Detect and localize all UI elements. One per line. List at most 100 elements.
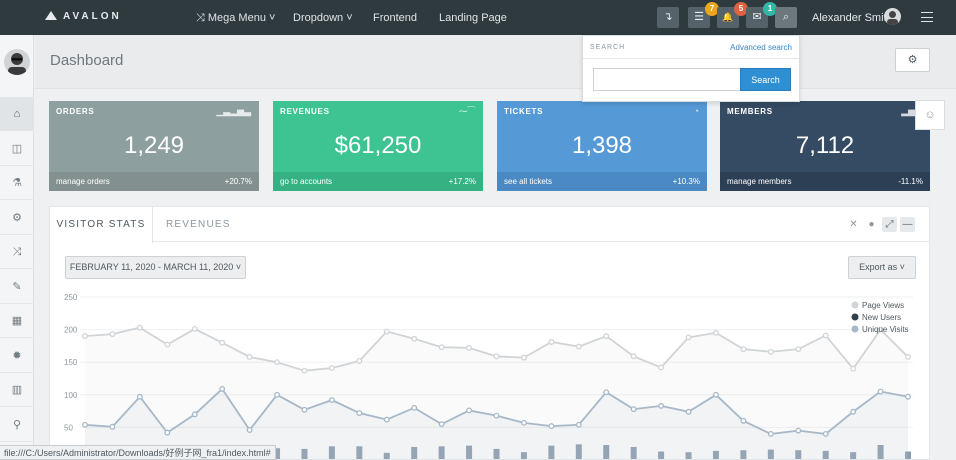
card-link[interactable]: manage orders	[56, 177, 110, 186]
nav-frontend[interactable]: Frontend	[373, 12, 417, 24]
nav-mega-menu[interactable]: ⤨ Mega Menu ˅	[196, 12, 275, 25]
stat-card-orders: ORDERS ▁▃▂▅▃ 1,249 manage orders +20.7%	[49, 101, 259, 191]
pencil-icon: ✎	[12, 280, 22, 293]
fork-icon: ↴	[663, 11, 673, 23]
point-new-users	[274, 391, 280, 398]
bell-icon: 🔔	[722, 12, 734, 22]
point-page-views	[520, 354, 527, 361]
card-value: 1,249	[123, 132, 185, 159]
point-new-users	[466, 407, 473, 414]
fork-button[interactable]: ↴	[657, 7, 679, 28]
table-icon: ▦	[11, 315, 23, 327]
notifications-button[interactable]: 🔔 5	[717, 2, 748, 28]
point-page-views	[822, 332, 829, 339]
point-page-views	[164, 341, 171, 348]
advanced-search-link[interactable]: Advanced search	[730, 43, 792, 52]
card-link[interactable]: see all tickets	[504, 177, 552, 186]
sidebar-item-table[interactable]: ▦	[0, 304, 34, 338]
point-page-views	[767, 348, 774, 355]
card-change: +20.7%	[224, 177, 252, 186]
sidebar: ⌂ ◫ ⚗ ⚙ ⤨ ✎ ▦ ✹ ▥ ⚲	[0, 35, 34, 460]
stat-card-members: MEMBERS ▂▅▇ 7,112 manage members -11.1%	[720, 101, 930, 191]
card-value: 7,112	[795, 132, 855, 159]
point-new-users	[905, 393, 911, 400]
brand-name: AVALON	[63, 11, 122, 22]
card-change: +10.3%	[672, 177, 700, 186]
user-avatar[interactable]	[884, 8, 901, 25]
nav-landing-page[interactable]: Landing Page	[439, 12, 507, 24]
point-page-views	[658, 364, 665, 371]
point-new-users	[877, 388, 884, 395]
sidebar-item-chart[interactable]: ▥	[0, 373, 34, 407]
point-page-views	[383, 328, 390, 335]
tab-revenues[interactable]: REVENUES	[166, 207, 231, 242]
pie-chart-icon: ◔	[693, 106, 699, 116]
trend-line-icon: ⁓⁀	[458, 106, 475, 116]
stat-card-tickets: TICKETS ◔ 1,398 see all tickets +10.3%	[497, 101, 707, 191]
card-value: $61,250	[334, 132, 422, 159]
point-page-views	[905, 354, 911, 360]
search-input[interactable]	[593, 68, 741, 91]
visitor-stats-panel: VISITOR STATS REVENUES ✕ ● ⤢ — FEBRUARY …	[49, 206, 930, 460]
point-new-users	[356, 410, 363, 417]
sidebar-item-cogs[interactable]: ⚙	[0, 201, 34, 235]
export-dropdown[interactable]: Export as ˅	[848, 256, 916, 279]
tab-visitor-stats[interactable]: VISITOR STATS	[50, 207, 153, 243]
card-link[interactable]: manage members	[727, 177, 791, 186]
legend-swatch	[851, 325, 859, 333]
color-drop-icon[interactable]: ●	[864, 217, 879, 232]
brand-logo[interactable]: AVALON	[45, 11, 122, 22]
point-page-views	[548, 339, 555, 345]
hamburger-menu-icon[interactable]	[921, 12, 933, 22]
point-page-views	[219, 339, 226, 346]
sidebar-item-home[interactable]: ⌂	[0, 97, 34, 131]
card-title: REVENUES	[273, 101, 483, 122]
point-new-users	[658, 402, 665, 409]
point-new-users	[136, 393, 143, 400]
shuffle-icon: ⤨	[12, 246, 22, 258]
sidebar-item-map-marker[interactable]: ⚲	[0, 408, 34, 442]
messages-button[interactable]: ✉ 1	[746, 2, 777, 28]
card-link[interactable]: go to accounts	[280, 177, 332, 186]
point-new-users	[548, 423, 555, 430]
search-toggle-button[interactable]: ⌕	[775, 7, 797, 28]
point-page-views	[136, 324, 143, 331]
close-icon[interactable]: ✕	[846, 217, 861, 232]
date-range-picker[interactable]: FEBRUARY 11, 2020 - MARCH 11, 2020 ˅	[65, 256, 246, 279]
sidebar-item-shuffle[interactable]: ⤨	[0, 235, 34, 269]
feedback-smiley-icon[interactable]: ☺	[915, 100, 945, 130]
gear-icon: ⚙	[907, 54, 918, 66]
page-settings-button[interactable]: ⚙	[895, 48, 930, 72]
point-page-views	[274, 359, 280, 366]
point-page-views	[82, 333, 88, 340]
browser-status-url: file:///C:/Users/Administrator/Downloads…	[0, 445, 276, 460]
point-page-views	[191, 325, 198, 332]
y-tick-label: 150	[64, 358, 78, 367]
sidebar-item-pencil[interactable]: ✎	[0, 270, 34, 304]
nav-dropdown[interactable]: Dropdown ˅	[293, 12, 353, 24]
point-new-users	[438, 421, 445, 428]
point-page-views	[438, 344, 445, 351]
page-header: Dashboard ⚙	[35, 35, 956, 89]
legend-label: New Users	[862, 313, 901, 322]
sidebar-item-layout[interactable]: ◫	[0, 132, 34, 166]
search-button[interactable]: Search	[740, 68, 791, 91]
triangle-logo-icon	[45, 11, 57, 20]
sidebar-item-settings[interactable]: ✹	[0, 339, 34, 373]
sidebar-avatar[interactable]	[4, 49, 30, 75]
minimize-icon[interactable]: —	[900, 217, 915, 232]
point-new-users	[493, 412, 500, 419]
point-new-users	[328, 397, 335, 403]
legend-swatch	[851, 313, 859, 321]
card-title-text: MEMBERS	[727, 107, 773, 116]
point-page-views	[109, 331, 116, 338]
expand-icon[interactable]: ⤢	[882, 217, 897, 232]
user-name[interactable]: Alexander Smith	[812, 12, 893, 24]
sidebar-item-flask[interactable]: ⚗	[0, 166, 34, 200]
point-page-views	[740, 346, 747, 353]
point-new-users	[82, 421, 88, 428]
tasks-button[interactable]: ☰ 7	[688, 2, 719, 28]
bar-chart-icon: ▁▃▂▅▃	[216, 106, 251, 116]
point-new-users	[164, 429, 171, 436]
settings-icon: ✹	[12, 349, 22, 362]
